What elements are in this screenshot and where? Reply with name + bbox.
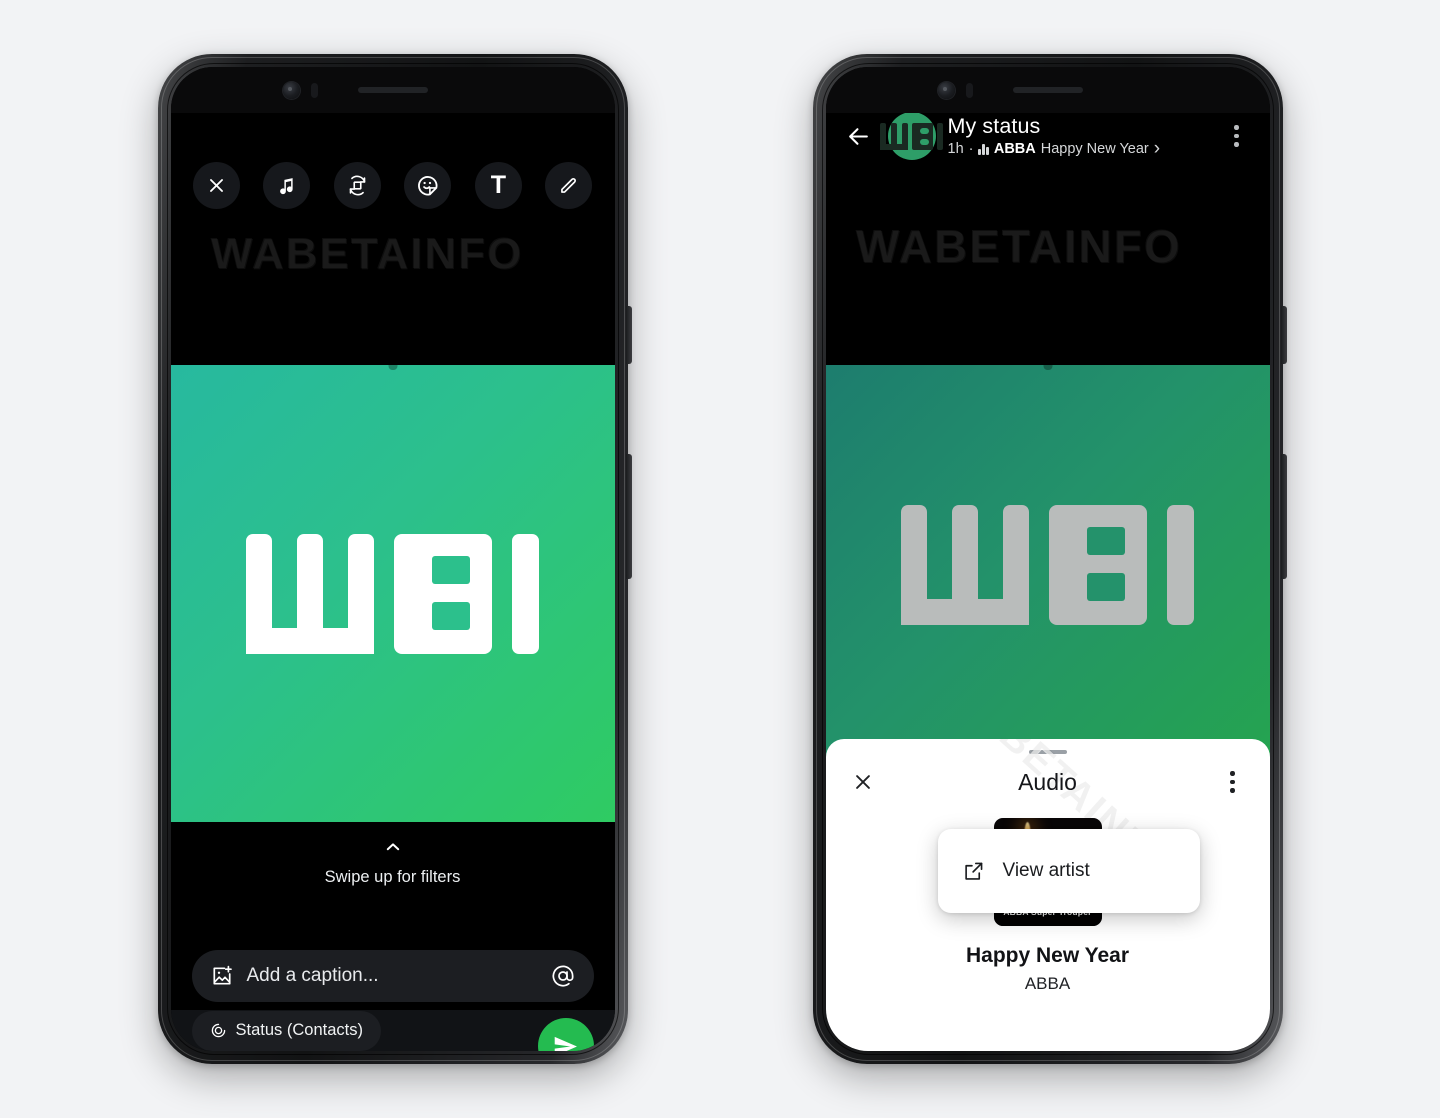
- status-separator: ·: [968, 141, 974, 158]
- caption-input[interactable]: Add a caption...: [191, 950, 594, 1002]
- audio-bars-icon: [978, 143, 989, 156]
- arrow-left-icon: [849, 127, 868, 145]
- wbi-logo: [246, 533, 539, 654]
- device-bezel-top: [170, 67, 615, 113]
- kebab-dot: [1230, 779, 1235, 785]
- view-artist-label: View artist: [1002, 860, 1090, 881]
- audio-sheet-title: Audio: [1018, 768, 1077, 795]
- logo-letter-w: [901, 505, 1029, 625]
- status-time: 1h: [947, 141, 964, 158]
- track-title: Happy New Year: [965, 944, 1130, 967]
- watermark: WABETAINFO: [855, 220, 1182, 272]
- kebab-dot: [1234, 125, 1239, 130]
- logo-letter-i: [512, 533, 539, 654]
- logo-letter-b: [394, 533, 492, 654]
- send-button[interactable]: [537, 1018, 594, 1051]
- audio-sheet-header: Audio: [826, 754, 1270, 810]
- screenshot-stage: WABETAINFO T Swipe up for filters Add a …: [0, 0, 1440, 1118]
- close-icon: [855, 775, 870, 789]
- filters-hint-label: Swipe up for filters: [324, 868, 461, 886]
- send-icon: [554, 1036, 577, 1051]
- logo-letter-i: [1167, 505, 1194, 625]
- kebab-dot: [1230, 788, 1235, 793]
- volume-button[interactable]: [1280, 306, 1287, 364]
- text-tool-icon: T: [490, 170, 507, 199]
- pencil-icon: [561, 177, 577, 193]
- editor-footer: Status (Contacts): [170, 1010, 615, 1051]
- logo-letter-b: [912, 122, 933, 150]
- avatar-wbi-logo: [880, 122, 943, 150]
- phone-screen-viewer: WABETAINFO My status 1h · ABBA Happy New…: [825, 67, 1270, 1051]
- status-audio-artist: ABBA: [993, 141, 1036, 158]
- proximity-sensor-icon: [310, 83, 318, 98]
- avatar[interactable]: [880, 112, 943, 160]
- media-preview[interactable]: [170, 365, 615, 822]
- status-options-button[interactable]: [1220, 116, 1254, 156]
- add-music-button[interactable]: [263, 161, 311, 209]
- editor-toolbar: T: [171, 153, 615, 217]
- mention-icon[interactable]: [550, 963, 576, 989]
- logo-letter-b: [1049, 505, 1147, 625]
- close-button[interactable]: [192, 161, 240, 209]
- volume-button[interactable]: [625, 306, 632, 364]
- wbi-logo: [901, 505, 1194, 625]
- chevron-right-icon: ›: [1153, 138, 1161, 160]
- status-editor-app: WABETAINFO T Swipe up for filters Add a …: [170, 67, 615, 1051]
- back-button[interactable]: [842, 119, 876, 153]
- kebab-dot: [1230, 771, 1235, 776]
- status-meta: My status 1h · ABBA Happy New Year ›: [947, 114, 1208, 160]
- add-sticker-button[interactable]: [404, 161, 452, 209]
- track-artist: ABBA: [1024, 974, 1071, 993]
- status-audio-song: Happy New Year: [1040, 141, 1149, 158]
- add-text-button[interactable]: T: [474, 161, 522, 209]
- draw-button[interactable]: [545, 161, 593, 209]
- sticker-icon: [418, 175, 438, 195]
- audience-selector[interactable]: Status (Contacts): [191, 1010, 381, 1051]
- status-viewer-app: WABETAINFO My status 1h · ABBA Happy New…: [825, 67, 1270, 1051]
- filters-hint-area[interactable]: Swipe up for filters: [170, 822, 615, 942]
- power-button[interactable]: [625, 454, 632, 579]
- proximity-sensor-icon: [965, 83, 973, 98]
- caption-placeholder: Add a caption...: [246, 965, 379, 986]
- earpiece-speaker: [1012, 87, 1083, 93]
- earpiece-speaker: [357, 87, 428, 93]
- status-subtitle[interactable]: 1h · ABBA Happy New Year ›: [947, 138, 1208, 160]
- device-bezel-top: [825, 67, 1270, 113]
- add-photo-icon: [212, 965, 232, 985]
- audience-label: Status (Contacts): [235, 1021, 363, 1039]
- status-ring-icon: [211, 1023, 225, 1038]
- chevron-up-icon: [386, 843, 399, 851]
- media-top-notch: [388, 365, 397, 370]
- crop-rotate-icon: [349, 175, 365, 195]
- close-icon: [209, 178, 223, 192]
- kebab-dot: [1234, 142, 1239, 147]
- audio-options-button[interactable]: [1216, 762, 1250, 802]
- logo-letter-w: [880, 122, 908, 150]
- logo-letter-i: [937, 122, 943, 150]
- phone-device-editor: WABETAINFO T Swipe up for filters Add a …: [157, 54, 632, 1064]
- external-link-icon: [964, 862, 982, 880]
- power-button[interactable]: [1280, 454, 1287, 579]
- view-artist-menu-item[interactable]: View artist: [937, 829, 1200, 913]
- crop-rotate-button[interactable]: [333, 161, 381, 209]
- logo-letter-w: [246, 533, 374, 654]
- watermark: WABETAINFO: [210, 229, 523, 278]
- kebab-dot: [1234, 133, 1239, 139]
- audio-bottom-sheet: WABETAINFO Audio Happy New Year ABBA Vie…: [825, 739, 1270, 1051]
- media-top-notch: [1043, 365, 1052, 370]
- front-camera-icon: [937, 82, 955, 99]
- caption-bar: Add a caption...: [170, 942, 615, 1010]
- phone-screen-editor: WABETAINFO T Swipe up for filters Add a …: [170, 67, 615, 1051]
- front-camera-icon: [282, 82, 300, 99]
- status-media[interactable]: [825, 365, 1270, 765]
- close-sheet-button[interactable]: [846, 765, 880, 799]
- status-owner-title: My status: [947, 114, 1041, 139]
- music-note-icon: [280, 177, 293, 194]
- phone-device-viewer: WABETAINFO My status 1h · ABBA Happy New…: [812, 54, 1287, 1064]
